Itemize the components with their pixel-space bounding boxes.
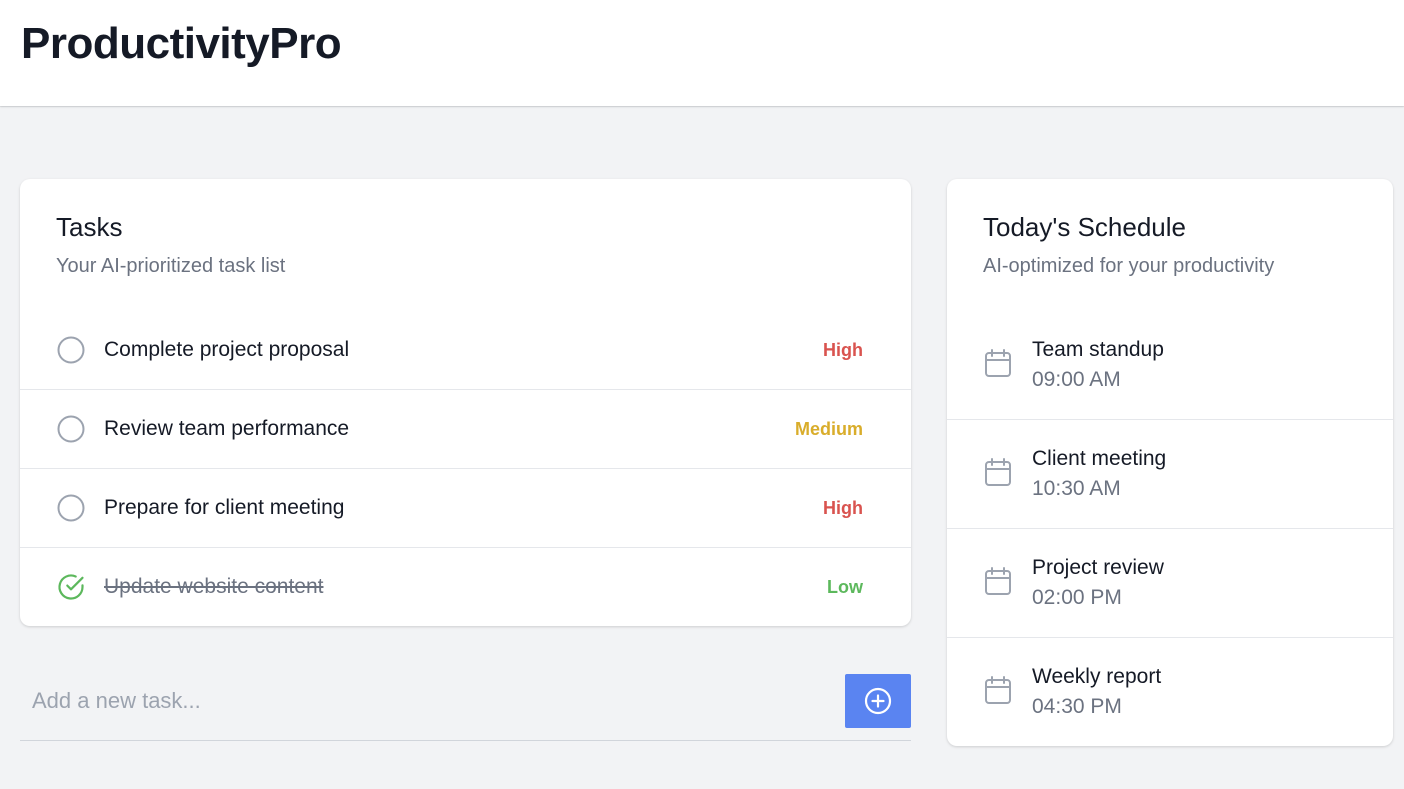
event-time: 02:00 PM: [1032, 586, 1122, 609]
event-time: 09:00 AM: [1032, 368, 1121, 391]
task-label: Update website content: [104, 575, 324, 598]
calendar-icon: [984, 457, 1012, 487]
tasks-card: Tasks Your AI-prioritized task list Comp…: [20, 179, 911, 626]
app-header: ProductivityPro: [0, 0, 1404, 106]
task-row[interactable]: Prepare for client meeting High: [20, 469, 911, 548]
tasks-title: Tasks: [56, 212, 123, 242]
event-time: 10:30 AM: [1032, 477, 1121, 500]
priority-badge: High: [823, 498, 863, 518]
event-title: Team standup: [1032, 338, 1164, 361]
circle-icon[interactable]: [56, 414, 86, 444]
app-title: ProductivityPro: [21, 19, 342, 68]
event-time: 04:30 PM: [1032, 695, 1122, 718]
task-row[interactable]: Complete project proposal High: [20, 311, 911, 390]
priority-badge: Low: [827, 577, 863, 597]
circle-icon[interactable]: [56, 493, 86, 523]
schedule-item[interactable]: Team standup 09:00 AM: [947, 311, 1393, 420]
add-task-input[interactable]: [20, 674, 845, 728]
schedule-item[interactable]: Client meeting 10:30 AM: [947, 420, 1393, 529]
task-label: Review team performance: [104, 417, 350, 440]
calendar-icon: [984, 566, 1012, 596]
task-row[interactable]: Review team performance Medium: [20, 390, 911, 469]
schedule-item[interactable]: Weekly report 04:30 PM: [947, 638, 1393, 747]
calendar-icon: [984, 675, 1012, 705]
add-task-row: [20, 674, 911, 741]
circle-icon[interactable]: [56, 335, 86, 365]
schedule-title: Today's Schedule: [983, 212, 1186, 242]
task-list: Complete project proposal High Review te…: [20, 311, 911, 627]
schedule-list: Team standup 09:00 AM Client meeting 10:…: [947, 311, 1393, 747]
tasks-subtitle: Your AI-prioritized task list: [56, 255, 286, 277]
task-label: Prepare for client meeting: [104, 496, 345, 519]
task-row[interactable]: Update website content Low: [20, 548, 911, 627]
schedule-card: Today's Schedule AI-optimized for your p…: [947, 179, 1393, 746]
schedule-subtitle: AI-optimized for your productivity: [983, 255, 1275, 277]
check-circle-icon[interactable]: [56, 572, 86, 602]
event-title: Weekly report: [1032, 665, 1162, 688]
priority-badge: Medium: [794, 419, 863, 439]
event-title: Client meeting: [1032, 447, 1167, 470]
task-label: Complete project proposal: [104, 338, 350, 361]
schedule-item[interactable]: Project review 02:00 PM: [947, 529, 1393, 638]
priority-badge: High: [823, 340, 863, 360]
plus-circle-icon: [863, 686, 893, 716]
add-task-button[interactable]: [845, 674, 911, 728]
calendar-icon: [984, 348, 1012, 378]
event-title: Project review: [1032, 556, 1164, 579]
